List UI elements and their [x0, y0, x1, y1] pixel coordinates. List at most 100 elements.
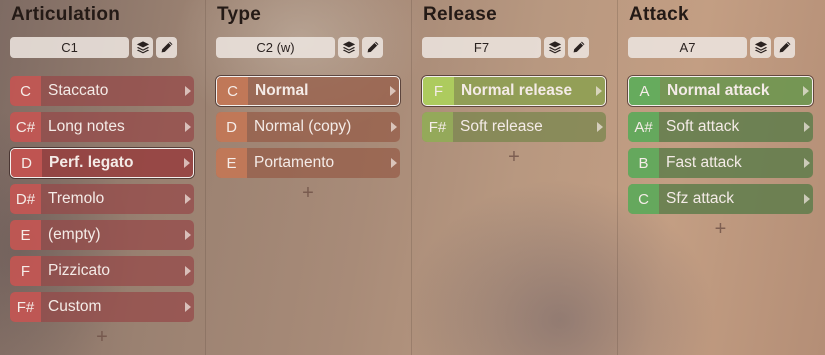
column-title: Attack — [629, 4, 689, 25]
chevron-right-icon[interactable] — [182, 256, 194, 286]
item-label: Sfz attack — [666, 190, 735, 207]
column-articulation: Articulation C1 C Staccato C# Long notes… — [0, 0, 206, 355]
columns-container: Articulation C1 C Staccato C# Long notes… — [0, 0, 825, 355]
note-label: F# — [422, 112, 453, 142]
column-release: Release F7 F Normal release F# Soft rele… — [412, 0, 618, 355]
column-title: Release — [423, 4, 497, 25]
item-label: Normal attack — [667, 82, 770, 99]
layers-icon — [342, 40, 356, 54]
pencil-icon — [366, 40, 380, 54]
note-label: C# — [10, 112, 41, 142]
list-item[interactable]: B Fast attack — [628, 148, 813, 178]
column-type: Type C2 (w) C Normal D Normal (copy) E P… — [206, 0, 412, 355]
list-item[interactable]: F Normal release — [422, 76, 606, 106]
chevron-right-icon[interactable] — [594, 112, 606, 142]
trigger-key-field[interactable]: C1 — [10, 36, 129, 58]
list-item[interactable]: A# Soft attack — [628, 112, 813, 142]
add-item-button[interactable]: + — [216, 182, 400, 204]
trigger-key-field[interactable]: A7 — [628, 36, 747, 58]
note-label: C — [628, 184, 659, 214]
articulation-list: C Normal D Normal (copy) E Portamento — [216, 76, 400, 178]
note-label: D — [11, 149, 42, 177]
note-label: C — [10, 76, 41, 106]
layers-icon — [136, 40, 150, 54]
layers-button[interactable] — [132, 36, 153, 58]
chevron-right-icon[interactable] — [593, 77, 605, 105]
chevron-right-icon[interactable] — [801, 148, 813, 178]
list-item[interactable]: E Portamento — [216, 148, 400, 178]
list-item[interactable]: F Pizzicato — [10, 256, 194, 286]
chevron-right-icon[interactable] — [182, 220, 194, 250]
add-item-button[interactable]: + — [628, 218, 813, 240]
chevron-right-icon[interactable] — [801, 112, 813, 142]
item-label: Fast attack — [666, 154, 742, 171]
note-label: B — [628, 148, 659, 178]
list-item[interactable]: C Staccato — [10, 76, 194, 106]
add-item-button[interactable]: + — [10, 326, 194, 348]
articulation-list: F Normal release F# Soft release — [422, 76, 606, 142]
column-title: Type — [217, 4, 262, 25]
note-label: F# — [10, 292, 41, 322]
list-item[interactable]: C Sfz attack — [628, 184, 813, 214]
add-item-button[interactable]: + — [422, 146, 606, 168]
item-label: Portamento — [254, 154, 335, 171]
chevron-right-icon[interactable] — [182, 184, 194, 214]
pencil-icon — [160, 40, 174, 54]
note-label: F — [423, 77, 454, 105]
layers-button[interactable] — [544, 36, 565, 58]
pencil-icon — [572, 40, 586, 54]
chevron-right-icon[interactable] — [800, 77, 812, 105]
list-item[interactable]: D Perf. legato — [10, 148, 194, 178]
edit-button[interactable] — [156, 36, 177, 58]
column-attack: Attack A7 A Normal attack A# Soft attack… — [618, 0, 824, 355]
list-item[interactable]: C Normal — [216, 76, 400, 106]
key-row: F7 — [422, 36, 606, 58]
chevron-right-icon[interactable] — [182, 112, 194, 142]
item-label: (empty) — [48, 226, 101, 243]
list-item[interactable]: F# Soft release — [422, 112, 606, 142]
layers-icon — [548, 40, 562, 54]
item-label: Normal release — [461, 82, 573, 99]
list-item[interactable]: F# Custom — [10, 292, 194, 322]
chevron-right-icon[interactable] — [387, 77, 399, 105]
trigger-key-field[interactable]: F7 — [422, 36, 541, 58]
note-label: D — [216, 112, 247, 142]
list-item[interactable]: C# Long notes — [10, 112, 194, 142]
trigger-key-field[interactable]: C2 (w) — [216, 36, 335, 58]
edit-button[interactable] — [568, 36, 589, 58]
edit-button[interactable] — [774, 36, 795, 58]
list-item[interactable]: D Normal (copy) — [216, 112, 400, 142]
chevron-right-icon[interactable] — [182, 292, 194, 322]
item-label: Soft attack — [666, 118, 740, 135]
note-label: C — [217, 77, 248, 105]
note-label: F — [10, 256, 41, 286]
chevron-right-icon[interactable] — [182, 76, 194, 106]
column-title: Articulation — [11, 4, 121, 25]
articulation-list: C Staccato C# Long notes D Perf. legato … — [10, 76, 194, 322]
layers-icon — [754, 40, 768, 54]
layers-button[interactable] — [338, 36, 359, 58]
item-label: Custom — [48, 298, 102, 315]
note-label: A — [629, 77, 660, 105]
item-label: Normal (copy) — [254, 118, 352, 135]
list-item[interactable]: E (empty) — [10, 220, 194, 250]
key-row: C2 (w) — [216, 36, 400, 58]
note-label: E — [216, 148, 247, 178]
chevron-right-icon[interactable] — [388, 148, 400, 178]
chevron-right-icon[interactable] — [181, 149, 193, 177]
key-row: A7 — [628, 36, 813, 58]
item-label: Tremolo — [48, 190, 105, 207]
note-label: D# — [10, 184, 41, 214]
item-label: Soft release — [460, 118, 543, 135]
layers-button[interactable] — [750, 36, 771, 58]
chevron-right-icon[interactable] — [388, 112, 400, 142]
edit-button[interactable] — [362, 36, 383, 58]
note-label: A# — [628, 112, 659, 142]
note-label: E — [10, 220, 41, 250]
list-item[interactable]: A Normal attack — [628, 76, 813, 106]
list-item[interactable]: D# Tremolo — [10, 184, 194, 214]
chevron-right-icon[interactable] — [801, 184, 813, 214]
item-label: Long notes — [48, 118, 125, 135]
key-row: C1 — [10, 36, 194, 58]
item-label: Perf. legato — [49, 154, 134, 171]
